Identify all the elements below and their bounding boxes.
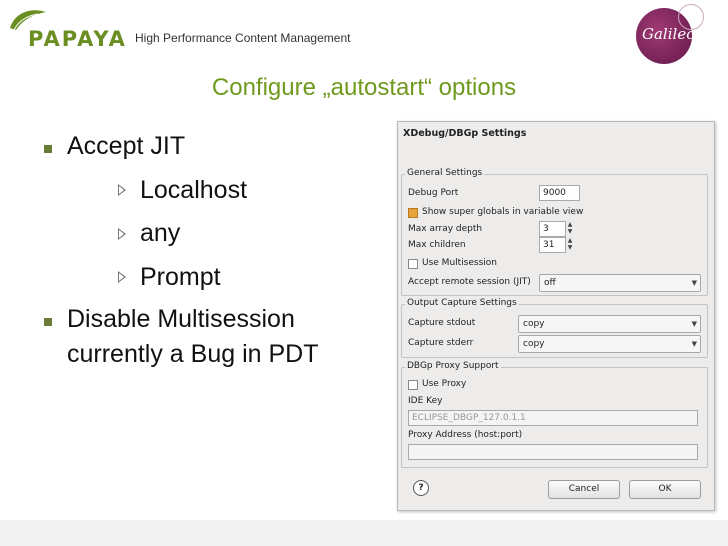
capture-stdout-value: copy <box>523 319 545 329</box>
sub-bullet-prompt: Prompt <box>140 263 221 291</box>
ide-key-input[interactable]: ECLIPSE_DBGP_127.0.1.1 <box>408 410 698 426</box>
accept-remote-label: Accept remote session (JIT) <box>408 277 531 287</box>
slide-footer <box>0 520 728 546</box>
sub-bullet-any: any <box>140 219 181 247</box>
capture-stdout-label: Capture stdout <box>408 318 476 328</box>
bullet-square-icon <box>44 145 52 153</box>
debug-port-input[interactable]: 9000 <box>539 185 580 201</box>
max-depth-input[interactable]: 3 <box>539 221 566 237</box>
max-children-input[interactable]: 31 <box>539 237 566 253</box>
group-label: General Settings <box>405 168 485 178</box>
bullet-triangle-icon <box>118 184 126 196</box>
ide-key-label: IDE Key <box>408 396 443 406</box>
show-globals-label: Show super globals in variable view <box>422 207 584 217</box>
use-multisession-checkbox[interactable] <box>408 259 418 269</box>
max-depth-label: Max array depth <box>408 224 483 234</box>
output-capture-group: Output Capture Settings Capture stdout c… <box>401 298 708 358</box>
dialog-title: XDebug/DBGp Settings <box>403 128 527 139</box>
tagline: High Performance Content Management <box>135 31 351 45</box>
badge-ring-decoration <box>678 4 704 30</box>
bullet-triangle-icon <box>118 228 126 240</box>
debug-port-label: Debug Port <box>408 188 459 198</box>
capture-stderr-value: copy <box>523 339 545 349</box>
bullet-accept-jit: Accept JIT <box>67 132 186 160</box>
dropdown-arrow-icon: ▼ <box>691 320 697 328</box>
dropdown-arrow-icon: ▼ <box>691 340 697 348</box>
capture-stdout-select[interactable]: copy ▼ <box>518 315 701 333</box>
xdebug-settings-dialog: XDebug/DBGp Settings General Settings De… <box>397 121 715 511</box>
max-children-spinner[interactable]: ▲ ▼ <box>566 237 574 253</box>
use-proxy-checkbox[interactable] <box>408 380 418 390</box>
bullet-square-icon <box>44 318 52 326</box>
slide-title: Configure „autostart“ options <box>211 74 517 101</box>
group-label: DBGp Proxy Support <box>405 361 501 371</box>
badge-text: Galileo <box>642 25 696 43</box>
max-depth-spinner[interactable]: ▲ ▼ <box>566 221 574 237</box>
ok-button[interactable]: OK <box>629 480 701 499</box>
proxy-address-input[interactable] <box>408 444 698 460</box>
capture-stderr-select[interactable]: copy ▼ <box>518 335 701 353</box>
group-label: Output Capture Settings <box>405 298 519 308</box>
accept-remote-value: off <box>544 278 556 288</box>
capture-stderr-label: Capture stderr <box>408 338 474 348</box>
use-multisession-label: Use Multisession <box>422 258 497 268</box>
show-globals-checkbox[interactable] <box>408 208 418 218</box>
header: PAPAYA High Performance Content Manageme… <box>0 0 728 70</box>
max-children-label: Max children <box>408 240 466 250</box>
bullet-disable-multisession: Disable Multisession <box>67 305 295 333</box>
use-proxy-label: Use Proxy <box>422 379 467 389</box>
general-settings-group: General Settings Debug Port 9000 Show su… <box>401 168 708 296</box>
dropdown-arrow-icon: ▼ <box>691 279 697 287</box>
sub-bullet-localhost: Localhost <box>140 176 248 204</box>
bullet-triangle-icon <box>118 271 126 283</box>
accept-remote-select[interactable]: off ▼ <box>539 274 701 292</box>
dbgp-proxy-group: DBGp Proxy Support Use Proxy IDE Key ECL… <box>401 361 708 468</box>
proxy-address-label: Proxy Address (host:port) <box>408 430 523 440</box>
bullet-bug-note: currently a Bug in PDT <box>67 340 319 368</box>
cancel-button[interactable]: Cancel <box>548 480 620 499</box>
help-icon[interactable]: ? <box>413 480 429 496</box>
logo-text: PAPAYA <box>28 27 127 51</box>
